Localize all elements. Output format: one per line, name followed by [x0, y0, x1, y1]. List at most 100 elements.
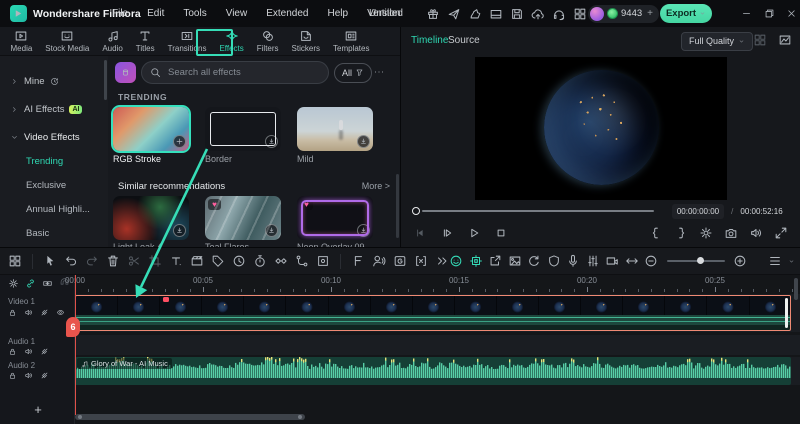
sidebar-item-mine[interactable]: Mine: [0, 70, 108, 92]
fit-timeline-icon[interactable]: [625, 254, 639, 268]
effect-card-teal-flares[interactable]: ♥: [205, 196, 281, 240]
download-button[interactable]: [357, 224, 370, 237]
horizontal-scrollbar[interactable]: [75, 414, 305, 420]
sidebar-item-annual-highlights[interactable]: Annual Highli...: [0, 198, 108, 220]
ai-assistant-icon[interactable]: [449, 254, 463, 268]
timeline-ruler[interactable]: 00:0000:0500:1000:1500:2000:25: [65, 275, 800, 294]
download-button[interactable]: [173, 224, 186, 237]
scopes-icon[interactable]: [778, 33, 792, 47]
add-coins-button[interactable]: +: [647, 8, 653, 19]
clip-trim-handle[interactable]: [784, 298, 788, 328]
media-bin-icon[interactable]: [8, 254, 22, 268]
more-options-icon[interactable]: [372, 65, 386, 79]
export-button[interactable]: Export: [660, 4, 712, 23]
select-tool-icon[interactable]: [43, 254, 57, 268]
keyframe-icon[interactable]: [274, 254, 288, 268]
restore-button[interactable]: [757, 0, 781, 27]
auto-caption-icon[interactable]: [393, 254, 407, 268]
playback-settings-icon[interactable]: [699, 226, 713, 240]
quick-text-icon[interactable]: [169, 254, 183, 268]
mark-in-icon[interactable]: [649, 226, 663, 240]
add-track-button[interactable]: +: [30, 401, 46, 417]
lock-track-icon[interactable]: [8, 308, 17, 317]
zoom-in-icon[interactable]: [733, 254, 747, 268]
apps-icon[interactable]: [573, 7, 587, 21]
timeline-zoom-slider[interactable]: [666, 254, 725, 268]
tab-audio[interactable]: Audio: [96, 27, 129, 56]
video-clip[interactable]: [75, 295, 791, 331]
auto-link-icon[interactable]: [25, 278, 36, 289]
snapshot-icon[interactable]: [724, 226, 738, 240]
effect-card-light-leak-4[interactable]: [113, 196, 189, 240]
mute-track-icon[interactable]: [24, 371, 33, 380]
upload-icon[interactable]: [531, 7, 545, 21]
menu-file[interactable]: File: [112, 8, 128, 19]
sidebar-item-body-effects[interactable]: Body Effects: [0, 240, 108, 248]
sidebar-item-exclusive[interactable]: Exclusive: [0, 174, 108, 196]
menu-tools[interactable]: Tools: [183, 8, 206, 19]
tab-transitions[interactable]: Transitions: [161, 27, 213, 56]
vertical-scrollbar[interactable]: [794, 278, 798, 300]
next-frame-icon[interactable]: [440, 226, 454, 240]
share-icon[interactable]: [447, 7, 461, 21]
undo-icon[interactable]: [64, 254, 78, 268]
account-pill[interactable]: 9443 +: [588, 4, 659, 23]
audio-mixer-icon[interactable]: [586, 254, 600, 268]
tab-media[interactable]: Media: [4, 27, 39, 56]
minimize-button[interactable]: [734, 0, 758, 27]
redo-icon[interactable]: [85, 254, 99, 268]
fullscreen-icon[interactable]: [774, 226, 788, 240]
zoom-slider-handle[interactable]: [696, 257, 704, 264]
effects-scrollbar[interactable]: [396, 174, 399, 238]
snapshot-frame-icon[interactable]: [508, 254, 522, 268]
keyframe-off-icon[interactable]: [40, 308, 49, 317]
seek-handle[interactable]: [412, 207, 420, 215]
layout-icon[interactable]: [489, 7, 503, 21]
menu-help[interactable]: Help: [327, 8, 348, 19]
tab-stock-media[interactable]: Stock Media: [39, 27, 96, 56]
copyright-icon[interactable]: [547, 254, 561, 268]
crop-icon[interactable]: [148, 254, 162, 268]
download-button[interactable]: [265, 224, 278, 237]
chevron-down-icon[interactable]: [788, 258, 795, 265]
timeline-settings-icon[interactable]: [8, 278, 19, 289]
menu-edit[interactable]: Edit: [147, 8, 164, 19]
tab-filters[interactable]: Filters: [250, 27, 285, 56]
avatar[interactable]: [590, 6, 604, 21]
delete-icon[interactable]: [106, 254, 120, 268]
sidebar-scrollbar[interactable]: [104, 60, 107, 100]
split-icon[interactable]: [127, 254, 141, 268]
mark-out-icon[interactable]: [674, 226, 688, 240]
tab-effects[interactable]: Effects: [213, 27, 250, 56]
marker-icon[interactable]: [211, 254, 225, 268]
seek-track[interactable]: [422, 210, 654, 212]
stabilize-icon[interactable]: [316, 254, 330, 268]
tab-titles[interactable]: Titles: [129, 27, 161, 56]
ai-chip-icon[interactable]: [469, 254, 483, 268]
tab-templates[interactable]: Templates: [327, 27, 376, 56]
effects-collection-button[interactable]: [115, 62, 136, 83]
tab-source[interactable]: Source: [448, 35, 480, 46]
multiview-icon[interactable]: [753, 33, 767, 47]
effect-card-border[interactable]: [205, 107, 281, 151]
sidebar-item-video-effects[interactable]: Video Effects: [0, 126, 108, 148]
video-preview[interactable]: [475, 57, 727, 200]
track-height-icon[interactable]: [768, 254, 782, 268]
export-clip-icon[interactable]: [488, 254, 502, 268]
play-icon[interactable]: [467, 226, 481, 240]
remove-clip-icon[interactable]: [414, 254, 428, 268]
sidebar-item-ai-effects[interactable]: AI Effects AI: [0, 98, 108, 120]
download-button[interactable]: [265, 135, 278, 148]
previous-frame-icon[interactable]: [413, 226, 427, 240]
link-clips-icon[interactable]: [42, 278, 53, 289]
tab-timeline[interactable]: Timeline: [411, 35, 448, 46]
sidebar-item-trending[interactable]: Trending: [0, 150, 108, 172]
save-icon[interactable]: [510, 7, 524, 21]
node-editor-icon[interactable]: [295, 254, 309, 268]
menu-view[interactable]: View: [226, 8, 248, 19]
app-logo-icon[interactable]: [10, 5, 27, 22]
timer-icon[interactable]: [253, 254, 267, 268]
freeze-frame-icon[interactable]: [351, 254, 365, 268]
filter-all-button[interactable]: All: [334, 62, 373, 83]
stop-icon[interactable]: [494, 226, 508, 240]
